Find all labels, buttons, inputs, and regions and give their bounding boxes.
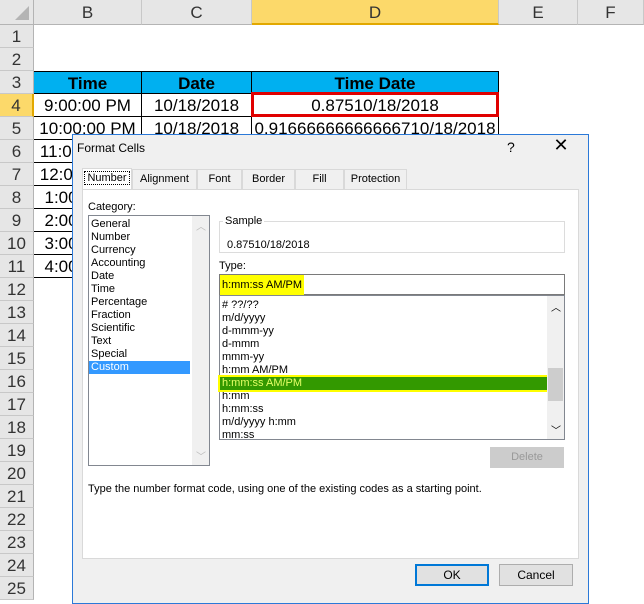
selected-cell-border — [251, 92, 499, 117]
row-header-4[interactable]: 4 — [0, 94, 34, 117]
ok-button[interactable]: OK — [415, 564, 489, 586]
column-header-f[interactable]: F — [578, 0, 644, 25]
column-header-d[interactable]: D — [252, 0, 499, 25]
tab-alignment[interactable]: Alignment — [132, 169, 197, 189]
tab-number[interactable]: Number — [82, 168, 132, 190]
row-header-8[interactable]: 8 — [0, 186, 34, 209]
chevron-up-icon[interactable]: ︿ — [196, 218, 206, 233]
category-scrollbar[interactable]: ︿ ﹀ — [192, 216, 209, 465]
dialog-title: Format Cells — [77, 141, 146, 155]
column-header-c[interactable]: C — [142, 0, 252, 25]
row-header-5[interactable]: 5 — [0, 117, 34, 140]
format-item[interactable]: h:mm — [220, 390, 564, 403]
format-item[interactable]: mmm-yy — [220, 351, 564, 364]
category-label: Category: — [88, 201, 136, 213]
close-icon[interactable]: ✕ — [547, 135, 575, 156]
row-header-1[interactable]: 1 — [0, 25, 34, 48]
type-input-value: h:mm:ss AM/PM — [220, 275, 305, 295]
chevron-down-icon[interactable]: ﹀ — [551, 422, 561, 437]
category-item[interactable]: Currency — [89, 244, 209, 257]
column-header-e[interactable]: E — [499, 0, 578, 25]
row-header-7[interactable]: 7 — [0, 163, 34, 186]
row-header-9[interactable]: 9 — [0, 209, 34, 232]
tab-border[interactable]: Border — [242, 169, 295, 189]
row-header-14[interactable]: 14 — [0, 324, 34, 347]
table-header-cell[interactable]: Time Date — [252, 71, 499, 94]
cancel-button[interactable]: Cancel — [499, 564, 573, 586]
category-item[interactable]: General — [89, 218, 209, 231]
category-item[interactable]: Date — [89, 270, 209, 283]
column-header-b[interactable]: B — [34, 0, 142, 25]
format-item[interactable]: d-mmm — [220, 338, 564, 351]
row-header-3[interactable]: 3 — [0, 71, 34, 94]
tab-label: Fill — [312, 173, 327, 185]
format-scrollbar[interactable]: ︿ ﹀ — [547, 296, 564, 439]
sample-value: 0.87510/18/2018 — [227, 239, 310, 251]
format-item[interactable]: mm:ss — [220, 429, 564, 442]
delete-button[interactable]: Delete — [490, 447, 564, 468]
format-item[interactable]: # ??/?? — [220, 299, 564, 312]
row-header-19[interactable]: 19 — [0, 439, 34, 462]
format-list[interactable]: # ??/?? m/d/yyyy d-mmm-yy d-mmm mmm-yy h:mm A… — [218, 295, 565, 442]
category-item[interactable]: Number — [89, 231, 209, 244]
tab-label: Font — [208, 173, 231, 185]
hint-text: Type the number format code, using one o… — [88, 483, 482, 495]
chevron-down-icon[interactable]: ﹀ — [196, 448, 206, 463]
scrollbar-thumb[interactable] — [548, 368, 563, 401]
category-item[interactable]: Text — [89, 335, 209, 348]
tab-font[interactable]: Font — [197, 169, 242, 189]
chevron-up-icon[interactable]: ︿ — [551, 299, 561, 314]
row-header-10[interactable]: 10 — [0, 232, 34, 255]
format-item[interactable]: h:mm:ss — [220, 403, 564, 416]
row-header-13[interactable]: 13 — [0, 301, 34, 324]
tab-protection[interactable]: Protection — [344, 169, 407, 189]
format-item[interactable]: d-mmm-yy — [220, 325, 564, 338]
row-header-24[interactable]: 24 — [0, 554, 34, 577]
row-header-12[interactable]: 12 — [0, 278, 34, 301]
format-item[interactable]: m/d/yyyy h:mm — [220, 416, 564, 429]
tab-label: Border — [251, 173, 286, 185]
category-item[interactable]: Fraction — [89, 309, 209, 322]
row-header-21[interactable]: 21 — [0, 485, 34, 508]
format-cells-dialog: Format Cells ? ✕ Number Alignment Font Bord… — [72, 134, 589, 604]
type-input[interactable]: h:mm:ss AM/PM — [219, 274, 565, 295]
tab-label: Number — [84, 171, 130, 185]
table-cell[interactable]: 10/18/2018 — [142, 94, 252, 117]
format-item[interactable]: h:mm AM/PM — [220, 364, 564, 377]
row-header-23[interactable]: 23 — [0, 531, 34, 554]
category-item[interactable]: Accounting — [89, 257, 209, 270]
category-item[interactable]: Special — [89, 348, 209, 361]
sample-label: Sample — [223, 215, 265, 227]
tab-label: Alignment — [140, 173, 189, 185]
category-item[interactable]: Scientific — [89, 322, 209, 335]
table-header-cell[interactable]: Time — [34, 71, 142, 94]
category-item[interactable]: Time — [89, 283, 209, 296]
row-header-16[interactable]: 16 — [0, 370, 34, 393]
table-header-cell[interactable]: Date — [142, 71, 252, 94]
row-header-6[interactable]: 6 — [0, 140, 34, 163]
table-cell[interactable]: 9:00:00 PM — [34, 94, 142, 117]
row-header-18[interactable]: 18 — [0, 416, 34, 439]
tab-fill[interactable]: Fill — [295, 169, 344, 189]
type-label: Type: — [219, 260, 246, 272]
tab-label: Protection — [350, 173, 401, 185]
row-header-11[interactable]: 11 — [0, 255, 34, 278]
row-header-22[interactable]: 22 — [0, 508, 34, 531]
category-list[interactable]: General Number Currency Accounting Date Time P… — [88, 215, 210, 466]
row-header-17[interactable]: 17 — [0, 393, 34, 416]
select-all-button[interactable] — [0, 0, 34, 25]
row-header-20[interactable]: 20 — [0, 462, 34, 485]
row-header-15[interactable]: 15 — [0, 347, 34, 370]
format-item[interactable]: m/d/yyyy — [220, 312, 564, 325]
category-item[interactable]: Percentage — [89, 296, 209, 309]
format-item[interactable]: h:mm:ss AM/PM — [218, 375, 549, 392]
row-header-2[interactable]: 2 — [0, 48, 34, 71]
help-button[interactable]: ? — [507, 139, 515, 155]
category-item[interactable]: Custom — [89, 361, 190, 374]
